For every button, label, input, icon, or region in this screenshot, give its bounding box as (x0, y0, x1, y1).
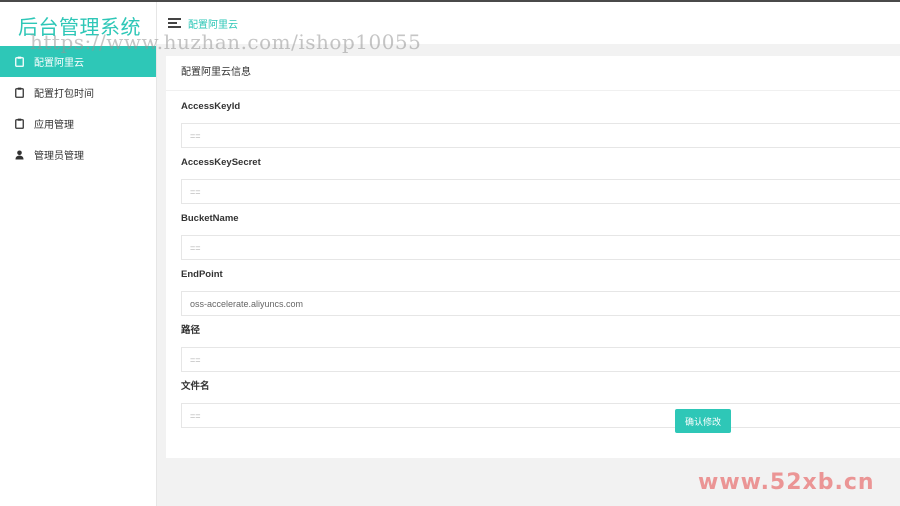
user-icon (14, 149, 24, 161)
access-key-secret-input[interactable] (181, 179, 900, 204)
field-bucket-name: BucketName (181, 212, 900, 260)
sidebar-item-app-management[interactable]: 应用管理 (0, 108, 156, 139)
sidebar-item-label: 管理员管理 (34, 151, 84, 162)
sidebar: 后台管理系统 配置阿里云 配置打包时间 应用管理 管理员管理 (0, 2, 157, 506)
field-label: AccessKeyId (181, 101, 241, 112)
breadcrumb: 配置阿里云 (188, 20, 238, 31)
field-label: EndPoint (181, 269, 223, 280)
field-access-key-secret: AccessKeySecret (181, 156, 900, 204)
app-title: 后台管理系统 (18, 17, 141, 39)
field-label: 路径 (181, 325, 201, 336)
field-path: 路径 (181, 324, 900, 372)
access-key-id-input[interactable] (181, 123, 900, 148)
sidebar-item-aliyun-config[interactable]: 配置阿里云 (0, 46, 156, 77)
path-input[interactable] (181, 347, 900, 372)
card-title: 配置阿里云信息 (166, 56, 900, 91)
sidebar-item-label: 配置打包时间 (34, 89, 94, 100)
sidebar-item-label: 应用管理 (34, 120, 74, 131)
main-content: 配置阿里云信息 AccessKeyId AccessKeySecret Buck… (157, 44, 900, 506)
field-access-key-id: AccessKeyId (181, 100, 900, 148)
sidebar-item-admin-management[interactable]: 管理员管理 (0, 139, 156, 170)
sidebar-item-label: 配置阿里云 (34, 58, 84, 69)
endpoint-input[interactable] (181, 291, 900, 316)
bucket-name-input[interactable] (181, 235, 900, 260)
field-filename: 文件名 (181, 380, 900, 428)
clipboard-icon (14, 56, 24, 68)
field-label: BucketName (181, 213, 239, 224)
sidebar-item-package-time[interactable]: 配置打包时间 (0, 77, 156, 108)
confirm-modify-button[interactable]: 确认修改 (675, 409, 731, 433)
field-endpoint: EndPoint (181, 268, 900, 316)
field-label: AccessKeySecret (181, 157, 261, 168)
aliyun-config-form: AccessKeyId AccessKeySecret BucketName E… (181, 100, 900, 436)
top-header: 配置阿里云 (157, 2, 900, 44)
sidebar-nav: 配置阿里云 配置打包时间 应用管理 管理员管理 (0, 46, 156, 170)
menu-toggle-icon[interactable] (168, 18, 181, 28)
field-label: 文件名 (181, 381, 210, 392)
filename-input[interactable] (181, 403, 900, 428)
clipboard-icon (14, 87, 24, 99)
config-card: 配置阿里云信息 AccessKeyId AccessKeySecret Buck… (166, 56, 900, 458)
clipboard-icon (14, 118, 24, 130)
